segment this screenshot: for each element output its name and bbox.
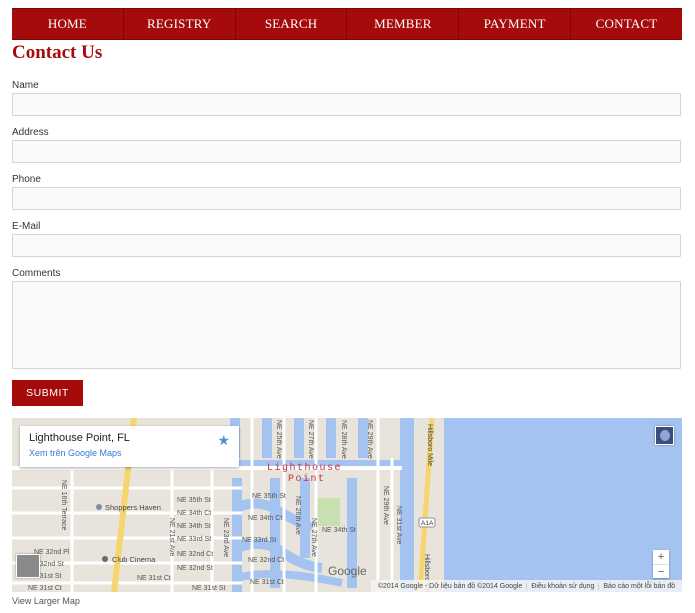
- route-shield-label: A1A: [421, 520, 434, 527]
- street-label: NE 34th St: [322, 527, 356, 534]
- comments-field[interactable]: [12, 281, 681, 369]
- street-label: NE 21st Ave: [168, 518, 175, 557]
- street-label: Hillsboro Mile: [426, 424, 433, 466]
- nav-payment[interactable]: PAYMENT: [459, 9, 572, 39]
- zoom-out-button[interactable]: −: [653, 564, 669, 578]
- map-info-card: Lighthouse Point, FL Xem trên Google Map…: [20, 426, 239, 467]
- star-icon[interactable]: ★: [217, 432, 230, 449]
- main-nav: HOME REGISTRY SEARCH MEMBER PAYMENT CONT…: [12, 8, 682, 40]
- google-logo: Google: [328, 564, 367, 578]
- street-label: NE 25th Ave: [275, 420, 282, 459]
- email-field[interactable]: [12, 234, 681, 257]
- poi-label: Club Cinema: [112, 555, 156, 564]
- street-label: NE 27th Ave: [310, 518, 317, 557]
- nav-member[interactable]: MEMBER: [347, 9, 460, 39]
- street-label: NE 32nd Ct: [177, 551, 213, 558]
- poi-label: Shoppers Haven: [105, 503, 161, 512]
- street-label: NE 32nd Ct: [248, 557, 284, 564]
- page-title: Contact Us: [12, 42, 103, 63]
- street-label: NE 34th Ct: [177, 510, 211, 517]
- phone-label: Phone: [12, 174, 41, 185]
- name-label: Name: [12, 80, 39, 91]
- street-label: NE 29th Ave: [382, 486, 389, 525]
- street-label: NE 31st St: [192, 585, 226, 592]
- street-label: NE 31st Ct: [28, 585, 62, 592]
- street-label: NE 28th Ave: [340, 420, 347, 459]
- nav-home[interactable]: HOME: [12, 9, 124, 39]
- address-field[interactable]: [12, 140, 681, 163]
- submit-button[interactable]: SUBMIT: [12, 380, 83, 406]
- map-card-title: Lighthouse Point, FL: [29, 432, 130, 444]
- street-label: NE 29th Ave: [366, 420, 373, 459]
- name-field[interactable]: [12, 93, 681, 116]
- view-larger-map-link[interactable]: View Larger Map: [12, 596, 80, 606]
- street-label: NE 26th Ave: [294, 496, 301, 535]
- phone-field[interactable]: [12, 187, 681, 210]
- report-error-link[interactable]: Báo cáo một lỗi bản đồ: [598, 582, 679, 590]
- street-label: NE 31st Ct: [250, 579, 284, 586]
- street-label: NE 34th St: [177, 523, 211, 530]
- street-label: NE 32nd St: [177, 565, 213, 572]
- street-label: NE 27th Ave: [307, 420, 314, 459]
- place-label: Lighthouse: [267, 462, 342, 474]
- street-view-thumbnail[interactable]: [16, 554, 40, 578]
- avatar[interactable]: [655, 426, 674, 445]
- nav-contact[interactable]: CONTACT: [571, 9, 682, 39]
- street-label: NE 33rd St: [242, 537, 276, 544]
- street-label: NE 35th St: [177, 497, 211, 504]
- embedded-map[interactable]: NE 35th St NE 35th St NE 34th Ct NE 34th…: [12, 418, 682, 592]
- address-label: Address: [12, 127, 49, 138]
- place-label: Point: [288, 473, 326, 485]
- street-label: NE 23rd Ave: [222, 518, 229, 557]
- email-label: E-Mail: [12, 221, 41, 232]
- zoom-in-button[interactable]: +: [653, 550, 669, 564]
- nav-search[interactable]: SEARCH: [236, 9, 348, 39]
- map-footer: ©2014 Google - Dữ liệu bản đồ ©2014 Goog…: [370, 580, 682, 592]
- comments-label: Comments: [12, 268, 61, 279]
- street-label: NE 31st Ave: [395, 506, 402, 545]
- terms-link[interactable]: Điều khoản sử dụng: [526, 582, 598, 590]
- street-label: NE 34th Ct: [248, 515, 282, 522]
- nav-registry[interactable]: REGISTRY: [124, 9, 236, 39]
- street-label: NE 31st Ct: [137, 575, 171, 582]
- zoom-control: + −: [653, 550, 669, 578]
- street-label: NE 35th St: [252, 493, 286, 500]
- street-label: NE 33rd St: [177, 536, 211, 543]
- view-on-google-maps-link[interactable]: Xem trên Google Maps: [29, 448, 230, 458]
- street-label: NE 16th Terrace: [60, 480, 67, 531]
- map-copyright: ©2014 Google - Dữ liệu bản đồ ©2014 Goog…: [377, 582, 523, 590]
